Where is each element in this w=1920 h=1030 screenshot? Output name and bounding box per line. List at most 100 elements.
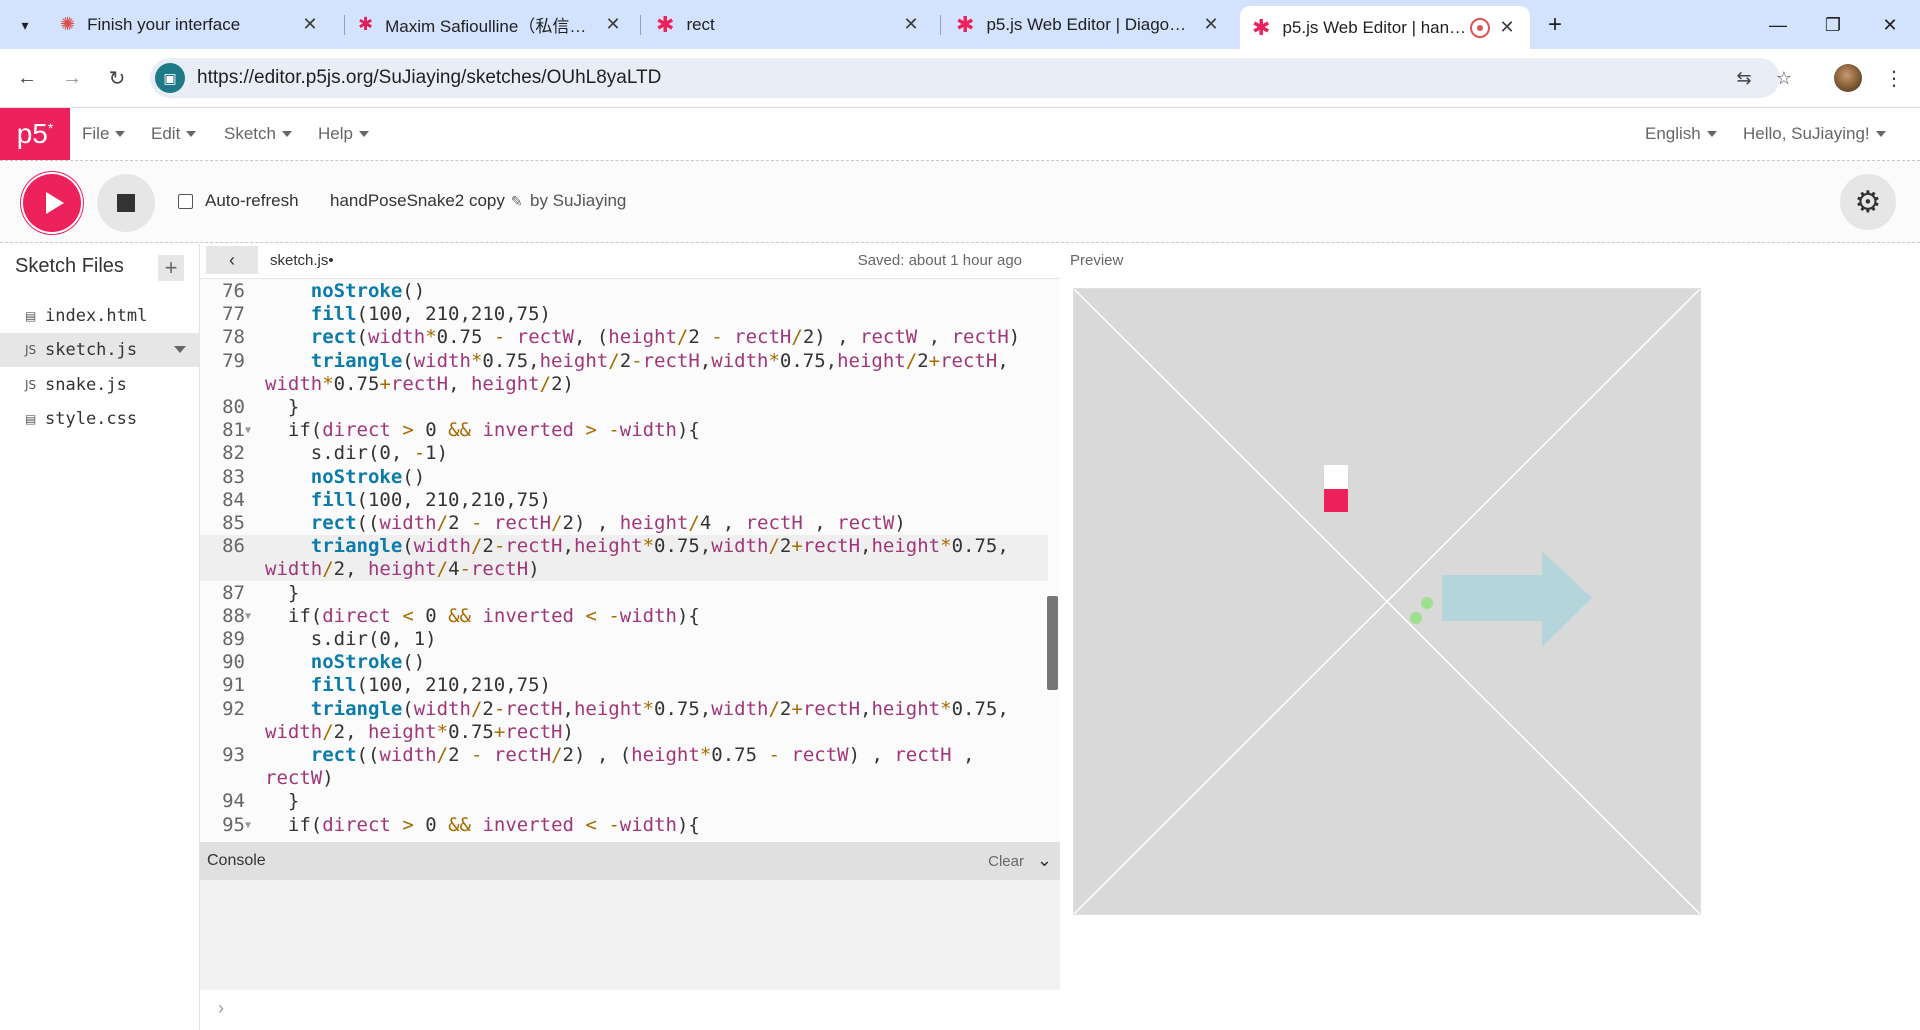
back-arrow-icon[interactable]: ← (12, 63, 42, 93)
code-editor[interactable]: 76 noStroke() 77 fill(100, 210,210,75) 78 … (200, 278, 1060, 842)
translate-icon[interactable]: ⇆ (1730, 64, 1758, 92)
code-line[interactable]: 87 } (200, 582, 1048, 605)
pencil-icon[interactable]: ✎ (511, 193, 523, 210)
browser-tab-rect[interactable]: ✱ rect ✕ (644, 6, 934, 43)
code-line[interactable]: width/2, height*0.75+rectH) (200, 721, 1048, 744)
sidebar-file-snake-js[interactable]: JS snake.js (0, 368, 200, 402)
sketch-files-sidebar: Sketch Files + ▤ index.html JS sketch.js… (0, 243, 200, 1030)
fold-triangle-icon[interactable]: ▼ (245, 419, 255, 442)
console-prompt-icon: › (218, 998, 224, 1018)
line-number: 78 (222, 326, 245, 349)
code-text: if(direct > 0 && inverted > -width){ (287, 419, 700, 442)
reload-icon[interactable]: ↻ (102, 63, 132, 93)
new-tab-button[interactable]: + (1540, 10, 1570, 40)
settings-gear-icon[interactable]: ⚙ (1840, 174, 1896, 230)
url-field[interactable]: ▣ https://editor.p5js.org/SuJiaying/sket… (150, 58, 1792, 98)
site-info-icon[interactable]: ▣ (155, 63, 185, 93)
code-line[interactable]: rectW) (200, 767, 1048, 790)
p5-logo[interactable]: p5 * (0, 108, 70, 160)
sketch-canvas-drawing (1073, 288, 1701, 915)
console-input[interactable]: › (200, 990, 1060, 1030)
editor-header: ‹ sketch.js• Saved: about 1 hour ago (200, 243, 1060, 278)
collapse-sidebar-chevron-icon[interactable]: ‹ (206, 246, 258, 274)
caret-down-icon (281, 131, 292, 137)
code-line[interactable]: 83 noStroke() (200, 466, 1048, 489)
sidebar-file-sketch-js[interactable]: JS sketch.js (0, 333, 200, 367)
auto-refresh-toggle[interactable]: Auto-refresh (178, 191, 299, 211)
fold-triangle-icon[interactable]: ▼ (245, 814, 255, 837)
close-icon[interactable]: ✕ (900, 14, 922, 36)
code-line[interactable]: 91 fill(100, 210,210,75) (200, 674, 1048, 697)
snake-head (1324, 489, 1348, 512)
language-selector[interactable]: English (1645, 124, 1717, 144)
code-text: } (265, 396, 300, 418)
chevron-down-icon[interactable]: ⌄ (1037, 850, 1052, 871)
close-icon[interactable]: ✕ (1496, 17, 1518, 39)
line-number: 89 (222, 628, 245, 650)
p5-star-icon: ✱ (656, 11, 675, 37)
code-line[interactable]: 89 s.dir(0, 1) (200, 628, 1048, 651)
js-file-icon: JS (25, 343, 37, 357)
code-line[interactable]: 92 triangle(width/2-rectH,height*0.75,wi… (200, 698, 1048, 721)
console-clear-button[interactable]: Clear (988, 853, 1024, 870)
code-line[interactable]: width/2, height/4-rectH) (200, 558, 1048, 582)
browser-tab-handpose-active[interactable]: ✱ p5.js Web Editor | handPoseSnake2 copy… (1240, 6, 1530, 49)
close-icon[interactable]: ✕ (1200, 14, 1222, 36)
code-line[interactable]: 80 } (200, 396, 1048, 419)
gear-red-icon: ✺ (60, 14, 76, 34)
code-line[interactable]: 93 rect((width/2 - rectH/2) , (height*0.… (200, 744, 1048, 767)
profile-avatar[interactable] (1834, 64, 1862, 92)
menu-file[interactable]: File (82, 124, 126, 144)
menu-sketch[interactable]: Sketch (224, 124, 292, 144)
code-text: rect((width/2 - rectH/2) , height/4 , re… (310, 512, 906, 534)
restore-window-button[interactable]: ❐ (1811, 8, 1855, 42)
p5-toolbar: Auto-refresh handPoseSnake2 copy ✎ by Su… (0, 161, 1920, 243)
preview-canvas[interactable] (1073, 288, 1701, 915)
code-line[interactable]: 81▼ if(direct > 0 && inverted > -width){ (200, 419, 1048, 442)
code-line[interactable]: 76 noStroke() (200, 280, 1048, 303)
close-icon[interactable]: ✕ (602, 14, 624, 36)
code-line[interactable]: 94 } (200, 790, 1048, 813)
play-button[interactable] (23, 174, 81, 232)
close-window-button[interactable]: ✕ (1868, 8, 1912, 42)
line-number: 87 (222, 581, 245, 604)
code-line[interactable]: 77 fill(100, 210,210,75) (200, 303, 1048, 326)
code-line[interactable]: width*0.75+rectH, height/2) (200, 373, 1048, 396)
editor-scrollbar[interactable] (1047, 596, 1058, 690)
browser-tab-finish-interface[interactable]: ✺ Finish your interface ✕ (48, 6, 333, 43)
browser-menu-icon[interactable]: ⋮ (1880, 63, 1908, 93)
forward-arrow-icon[interactable]: → (57, 63, 87, 93)
tab-separator (940, 15, 941, 35)
bookmark-star-icon[interactable]: ☆ (1770, 64, 1798, 92)
sketch-name[interactable]: handPoseSnake2 copy ✎ (330, 191, 523, 211)
sidebar-file-index-html[interactable]: ▤ index.html (0, 299, 200, 333)
menu-edit[interactable]: Edit (151, 124, 197, 144)
fold-triangle-icon[interactable]: ▼ (245, 605, 255, 628)
user-menu[interactable]: Hello, SuJiaying! (1743, 124, 1886, 144)
code-line[interactable]: 95▼ if(direct > 0 && inverted < -width){ (200, 814, 1048, 837)
tab-search-chevron-icon[interactable]: ▾ (10, 10, 40, 40)
code-line[interactable]: 85 rect((width/2 - rectH/2) , height/4 ,… (200, 512, 1048, 535)
line-number: 76 (222, 280, 245, 302)
add-file-button[interactable]: + (158, 255, 184, 281)
code-line[interactable]: 78 rect(width*0.75 - rectW, (height/2 - … (200, 326, 1048, 349)
sidebar-file-style-css[interactable]: ▤ style.css (0, 402, 200, 436)
address-bar-row: ← → ↻ ▣ https://editor.p5js.org/SuJiayin… (0, 49, 1920, 108)
menu-help[interactable]: Help (318, 124, 369, 144)
code-line[interactable]: 86 triangle(width/2-rectH,height*0.75,wi… (200, 535, 1048, 559)
line-number: 82 (222, 442, 245, 465)
code-line[interactable]: 84 fill(100, 210,210,75) (200, 489, 1048, 512)
code-line[interactable]: 82 s.dir(0, -1) (200, 442, 1048, 465)
code-line[interactable]: 90 noStroke() (200, 651, 1048, 674)
minimize-window-button[interactable]: — (1756, 8, 1800, 42)
browser-tab-diagonal[interactable]: ✱ p5.js Web Editor | Diagonal U ✕ (944, 6, 1234, 43)
browser-tab-slack[interactable]: ✱ Maxim Safioulline（私信） - Slack ✕ (346, 6, 636, 43)
auto-refresh-checkbox[interactable] (178, 193, 193, 209)
code-line[interactable]: 88▼ if(direct < 0 && inverted < -width){ (200, 605, 1048, 628)
stop-button[interactable] (97, 174, 155, 232)
close-icon[interactable]: ✕ (299, 14, 321, 36)
open-file-tab[interactable]: sketch.js• (270, 252, 334, 269)
file-options-caret-icon[interactable] (174, 346, 186, 353)
browser-tab-bar: ▾ ✺ Finish your interface ✕ ✱ Maxim Safi… (0, 0, 1920, 49)
code-line[interactable]: 79 triangle(width*0.75,height/2-rectH,wi… (200, 350, 1048, 373)
